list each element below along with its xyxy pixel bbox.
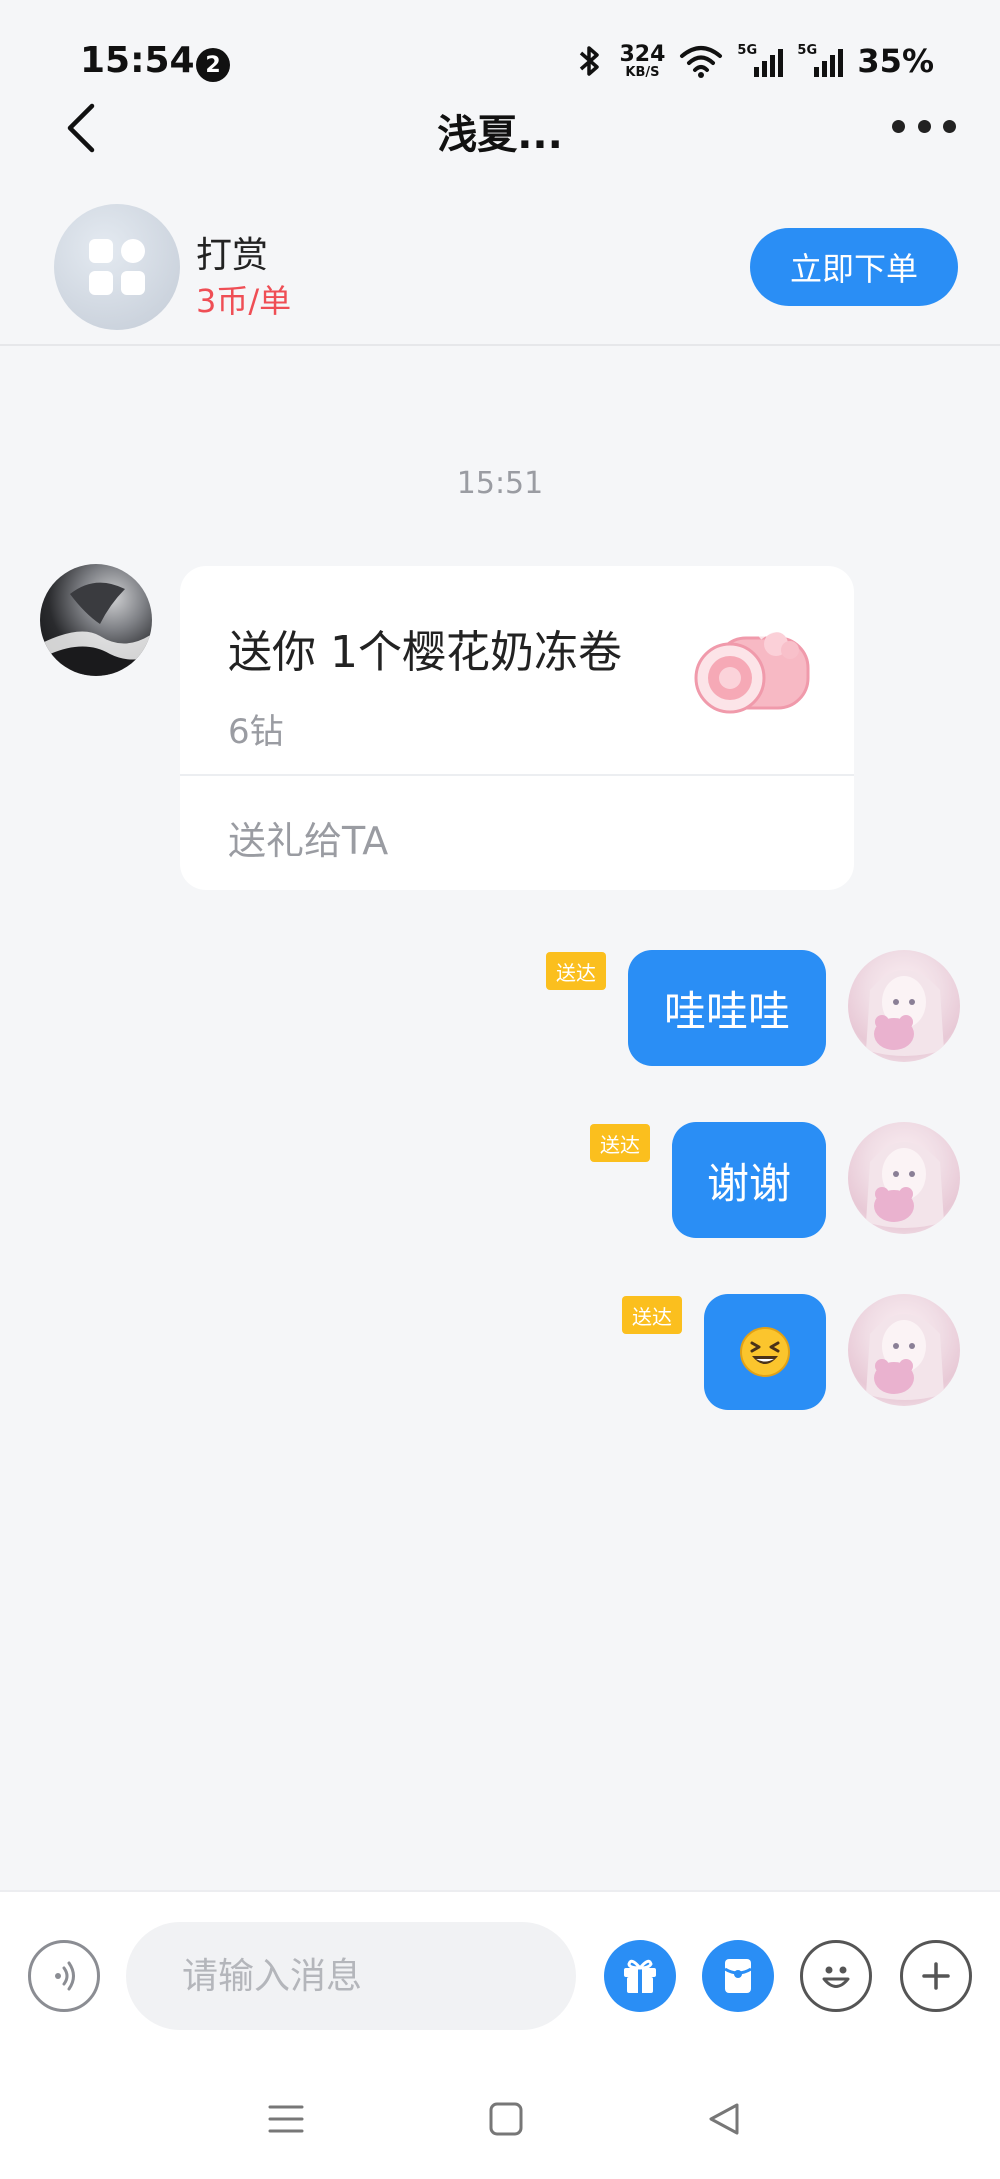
back-nav-button[interactable] [694,2094,754,2144]
send-gift-link[interactable]: 送礼给TA [228,810,388,865]
voice-icon [55,1961,75,1991]
status-icons: 324 KB/S 5G 5G 35% [575,42,934,80]
sim1-signal-icon: 5G [737,43,784,79]
status-time: 15:54 [80,40,195,81]
my-avatar-art [866,1314,944,1400]
more-actions-button[interactable] [900,1940,972,2012]
page-title: 浅夏... [437,112,563,158]
laughing-squint-emoji-icon [740,1327,790,1377]
more-button[interactable] [892,114,956,138]
network-speed-value: 324 [619,41,666,67]
delivered-badge: 送达 [622,1296,682,1334]
gift-divider [180,774,854,776]
service-name: 打赏 [196,235,269,276]
gift-icon [624,1959,656,1993]
gift-price: 6钻 [228,712,284,752]
roll-cake-image [694,628,810,714]
more-dot [892,119,905,133]
emoji-icon [822,1966,850,1988]
system-nav-bar [0,2060,1000,2179]
message-bubble[interactable] [704,1294,826,1410]
my-avatar-art [866,1142,944,1228]
red-packet-icon [724,1959,752,1993]
emoji-button[interactable] [800,1940,872,2012]
apps-grid-icon [89,239,145,295]
plus-icon [922,1962,950,1990]
recent-apps-button[interactable] [256,2094,316,2144]
red-packet-button[interactable] [702,1940,774,2012]
message-bubble[interactable]: 谢谢 [672,1122,826,1238]
wifi-icon [680,46,723,78]
my-avatar[interactable] [848,950,960,1062]
service-avatar[interactable] [54,204,180,330]
my-avatar-art [866,970,944,1056]
peer-avatar[interactable] [40,564,152,676]
input-bar [0,1890,1000,2060]
message-row: 送达 [0,1294,1000,1410]
back-triangle-icon [709,2103,739,2135]
order-now-button[interactable]: 立即下单 [750,228,958,306]
more-dot [917,119,931,133]
message-row: 送达 哇哇哇 [0,950,1000,1066]
chat-timestamp: 15:51 [456,466,544,501]
gift-title: 送你 1个樱花奶冻卷 [228,627,622,678]
peer-avatar-art [40,582,152,676]
bluetooth-icon [580,46,600,76]
battery-level: 35% [857,42,934,80]
home-button[interactable] [476,2094,536,2144]
voice-button[interactable] [28,1940,100,2012]
sim2-signal-icon: 5G [797,43,844,79]
message-bubble[interactable]: 哇哇哇 [628,950,826,1066]
network-speed-unit: KB/S [625,64,660,80]
home-square-icon [489,2102,523,2136]
gift-button[interactable] [604,1940,676,2012]
message-row: 送达 谢谢 [0,1122,1000,1238]
network-speed: 324 KB/S [619,41,666,80]
service-bar: 打赏 3币/单 立即下单 [0,190,1000,346]
nav-bar: 浅夏... [0,90,1000,166]
delivered-badge: 送达 [590,1124,650,1162]
more-dot [943,119,956,133]
message-input[interactable] [126,1922,576,2030]
menu-icon [268,2105,304,2133]
notification-badge: 2 [196,48,230,82]
my-avatar[interactable] [848,1294,960,1406]
service-price: 3币/单 [196,282,292,320]
gift-message-card[interactable]: 送你 1个樱花奶冻卷 6钻 送礼给TA [180,566,854,890]
my-avatar[interactable] [848,1122,960,1234]
delivered-badge: 送达 [546,952,606,990]
